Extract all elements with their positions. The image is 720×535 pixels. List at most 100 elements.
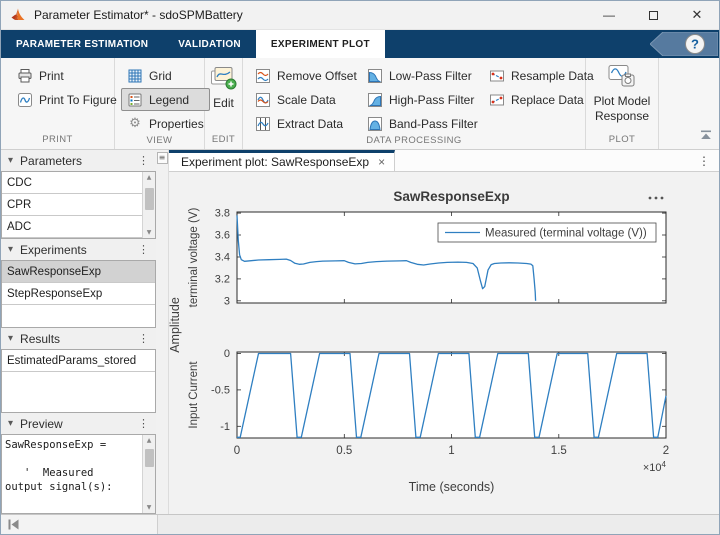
legend-label: Legend — [149, 93, 189, 107]
properties-button[interactable]: ⚙ Properties — [121, 112, 210, 135]
plot-options-icon[interactable] — [661, 197, 664, 200]
preview-scrollbar[interactable]: ▲ ▼ — [142, 435, 155, 513]
figure-canvas[interactable]: 33.23.43.63.8terminal voltage (V)Measure… — [169, 172, 719, 514]
maximize-icon — [649, 11, 658, 20]
y-tick-label: 3.4 — [215, 252, 230, 264]
grid-icon — [127, 68, 143, 84]
experiment-plot-tab[interactable]: Experiment plot: SawResponseExp × — [169, 150, 395, 171]
parameters-panel-header[interactable]: ▾ Parameters ⋮ — [1, 150, 156, 171]
results-menu-icon[interactable]: ⋮ — [138, 332, 149, 345]
collapse-ribbon-icon — [700, 130, 712, 140]
splitter-menu-button[interactable]: ≡ — [157, 152, 168, 164]
experiments-panel-header[interactable]: ▾ Experiments ⋮ — [1, 239, 156, 260]
preview-panel-header[interactable]: ▾ Preview ⋮ — [1, 413, 156, 434]
preview-panel-title: Preview — [20, 417, 63, 431]
plot-options-icon[interactable] — [649, 197, 652, 200]
grid-label: Grid — [149, 69, 172, 83]
resample-data-button[interactable]: Resample Data — [483, 64, 579, 87]
band-pass-filter-button[interactable]: Band-Pass Filter — [361, 112, 473, 135]
tab-validation[interactable]: VALIDATION — [163, 30, 256, 58]
app-window: Parameter Estimator* - sdoSPMBattery — ✕… — [0, 0, 720, 535]
edit-button[interactable]: Edit — [206, 62, 242, 113]
question-icon: ? — [691, 37, 699, 52]
preview-text: SawResponseExp = ' Measured output signa… — [2, 435, 142, 513]
scale-data-label: Scale Data — [277, 93, 336, 107]
maximize-button[interactable] — [631, 1, 675, 29]
minimize-button[interactable]: — — [587, 1, 631, 29]
scroll-down-icon[interactable]: ▼ — [147, 502, 152, 513]
preview-line: SawResponseExp = — [5, 438, 140, 452]
plot-options-icon[interactable] — [655, 197, 658, 200]
replace-data-label: Replace Data — [511, 93, 584, 107]
plot-model-response-label: Plot Model Response — [591, 94, 653, 124]
parameters-menu-icon[interactable]: ⋮ — [138, 154, 149, 167]
help-button[interactable]: ? — [650, 32, 718, 59]
scrollbar-thumb[interactable] — [145, 449, 154, 467]
go-to-start-icon[interactable] — [8, 519, 19, 530]
x-axis-label: Time (seconds) — [409, 480, 495, 494]
panel-splitter[interactable]: ≡ — [156, 150, 169, 514]
experiments-menu-icon[interactable]: ⋮ — [138, 243, 149, 256]
section-view: Grid Legend ⚙ Properties — [115, 58, 205, 149]
section-label-view: VIEW — [115, 135, 204, 149]
section-print: Print Print To Figure PRINT — [1, 58, 115, 149]
extract-data-icon — [255, 116, 271, 132]
scroll-up-icon[interactable]: ▲ — [147, 172, 152, 183]
experiment-plot-tab-label: Experiment plot: SawResponseExp — [181, 155, 369, 169]
scale-data-button[interactable]: Scale Data — [249, 88, 351, 111]
collapse-ribbon-button[interactable] — [700, 129, 712, 143]
print-label: Print — [39, 69, 64, 83]
grid-button[interactable]: Grid — [121, 64, 210, 87]
high-pass-filter-icon — [367, 92, 383, 108]
high-pass-filter-button[interactable]: High-Pass Filter — [361, 88, 473, 111]
main-area: ▾ Parameters ⋮ CDC CPR ADC ▲ ▼ ▾ Experim… — [1, 150, 719, 514]
experiment-plot-figure[interactable]: 33.23.43.63.8terminal voltage (V)Measure… — [169, 172, 720, 515]
print-to-figure-button[interactable]: Print To Figure — [11, 88, 123, 111]
x-tick-label: 0.5 — [336, 445, 352, 457]
chevron-down-icon: ▾ — [8, 418, 13, 429]
resample-data-icon — [489, 68, 505, 84]
x-tick-label: 1.5 — [551, 445, 567, 457]
document-menu-icon[interactable]: ⋮ — [698, 150, 719, 171]
section-label-plot: PLOT — [586, 134, 658, 149]
shared-y-axis-label: Amplitude — [169, 297, 182, 353]
parameters-scrollbar[interactable]: ▲ ▼ — [142, 172, 155, 238]
extract-data-button[interactable]: Extract Data — [249, 112, 351, 135]
tab-parameter-estimation[interactable]: PARAMETER ESTIMATION — [1, 30, 163, 58]
list-item-parameter[interactable]: CDC — [2, 172, 142, 194]
experiments-list: SawResponseExp StepResponseExp — [1, 260, 156, 328]
replace-data-icon — [489, 92, 505, 108]
plot-model-response-button[interactable]: Plot Model Response — [587, 62, 657, 126]
list-item-parameter[interactable]: ADC — [2, 216, 142, 238]
high-pass-filter-label: High-Pass Filter — [389, 93, 474, 107]
list-item-result[interactable]: EstimatedParams_stored — [2, 350, 155, 372]
tab-experiment-plot[interactable]: EXPERIMENT PLOT — [256, 30, 385, 58]
edit-icon — [210, 64, 238, 92]
list-item-experiment[interactable]: StepResponseExp — [2, 283, 155, 305]
scroll-up-icon[interactable]: ▲ — [147, 435, 152, 446]
chevron-down-icon: ▾ — [8, 333, 13, 344]
section-label-print: PRINT — [1, 134, 114, 149]
legend-button[interactable]: Legend — [121, 88, 210, 111]
section-edit: Edit EDIT — [205, 58, 243, 149]
title-bar: Parameter Estimator* - sdoSPMBattery — ✕ — [1, 1, 719, 30]
print-button[interactable]: Print — [11, 64, 123, 87]
close-button[interactable]: ✕ — [675, 1, 719, 29]
section-label-edit: EDIT — [205, 134, 242, 149]
scroll-down-icon[interactable]: ▼ — [147, 227, 152, 238]
list-item-experiment[interactable]: SawResponseExp — [2, 261, 155, 283]
preview-menu-icon[interactable]: ⋮ — [138, 417, 149, 430]
list-item-parameter[interactable]: CPR — [2, 194, 142, 216]
parameters-list: CDC CPR ADC ▲ ▼ — [1, 171, 156, 239]
replace-data-button[interactable]: Replace Data — [483, 88, 579, 111]
scrollbar-thumb[interactable] — [145, 188, 154, 210]
section-plot: Plot Model Response PLOT — [586, 58, 659, 149]
document-tab-bar: Experiment plot: SawResponseExp × ⋮ — [169, 150, 719, 172]
preview-box: SawResponseExp = ' Measured output signa… — [1, 434, 156, 514]
remove-offset-button[interactable]: Remove Offset — [249, 64, 351, 87]
results-panel-header[interactable]: ▾ Results ⋮ — [1, 328, 156, 349]
section-spacer — [659, 58, 719, 149]
close-tab-icon[interactable]: × — [378, 155, 385, 169]
low-pass-filter-button[interactable]: Low-Pass Filter — [361, 64, 473, 87]
extract-data-label: Extract Data — [277, 117, 343, 131]
